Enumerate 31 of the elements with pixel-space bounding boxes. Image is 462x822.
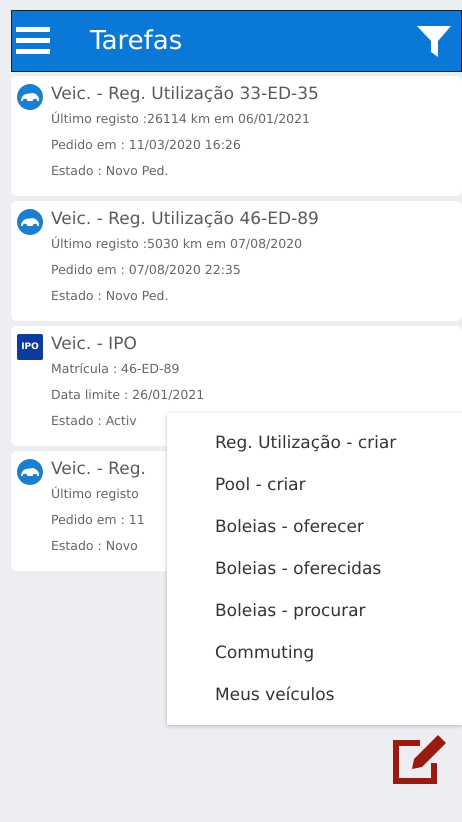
menu-item[interactable]: Boleias - oferecidas [167, 548, 462, 590]
filter-icon[interactable] [417, 24, 451, 58]
car-icon [17, 84, 43, 110]
menu-item[interactable]: Commuting [167, 632, 462, 674]
task-detail: Pedido em : 11 [51, 511, 146, 529]
task-detail: Matrícula : 46-ED-89 [51, 360, 180, 378]
task-detail: Último registo [51, 485, 140, 503]
task-detail: Data limite : 26/01/2021 [51, 386, 204, 404]
task-detail: Pedido em : 07/08/2020 22:35 [51, 261, 242, 279]
task-title: Veic. - Reg. Utilização 33-ED-35 [51, 83, 319, 106]
car-icon [17, 459, 43, 485]
task-card[interactable]: Veic. - Reg. Utilização 46-ED-89 Último registo :5030 km em 07/08/2020 Pedido em : 07/08/2020 22:35 Estado : Novo Ped. [11, 201, 462, 321]
task-title: Veic. - Reg. Utilização 46-ED-89 [51, 208, 319, 231]
task-card[interactable]: Veic. - Reg. Utilização 33-ED-35 Último registo :26114 km em 06/01/2021 Pedido em : 11/03/2020 16:26 Estado : Novo Ped. [11, 76, 462, 196]
ipo-badge: IPO [17, 334, 43, 360]
app-title: Tarefas [90, 26, 184, 56]
task-detail: Estado : Novo Ped. [51, 287, 170, 305]
menu-item[interactable]: Boleias - oferecer [167, 506, 462, 548]
task-detail: Estado : Novo Ped. [51, 162, 170, 180]
menu-icon[interactable] [16, 27, 50, 55]
task-detail: Último registo :26114 km em 06/01/2021 [51, 110, 312, 128]
task-title: Veic. - Reg. [51, 458, 146, 481]
task-detail: Estado : Novo [51, 537, 139, 555]
task-detail: Pedido em : 11/03/2020 16:26 [51, 136, 242, 154]
task-title: Veic. - IPO [51, 333, 138, 356]
task-detail: Último registo :5030 km em 07/08/2020 [51, 235, 304, 253]
task-detail: Estado : Activ [51, 412, 138, 430]
menu-item[interactable]: Meus veículos [167, 674, 462, 716]
car-icon [17, 209, 43, 235]
menu-item[interactable]: Boleias - procurar [167, 590, 462, 632]
menu-item[interactable]: Pool - criar [167, 464, 462, 506]
